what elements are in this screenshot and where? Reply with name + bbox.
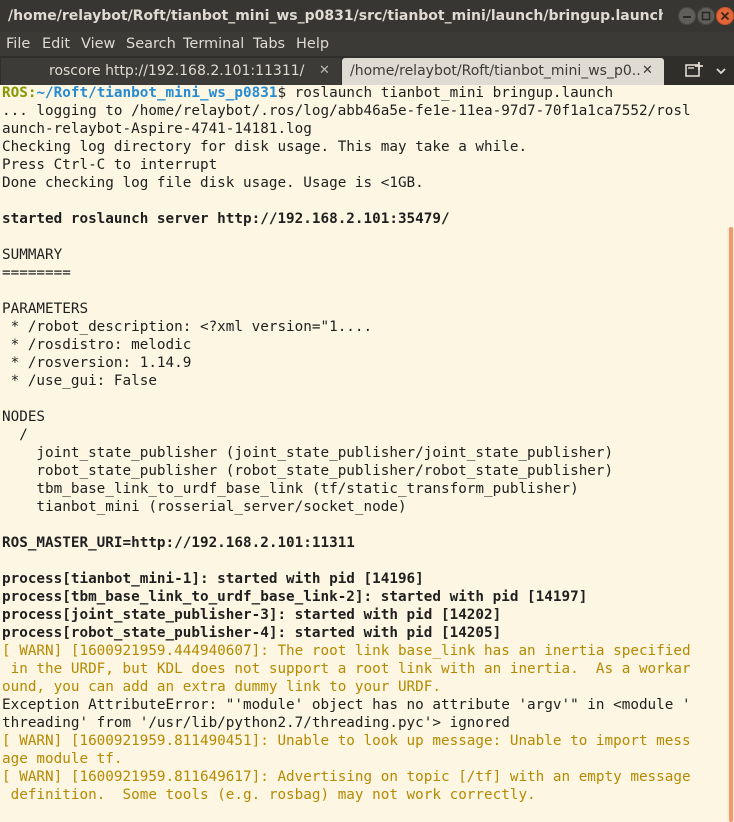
output-line: * /rosdistro: melodic bbox=[2, 337, 192, 353]
tab-close-icon[interactable]: ✕ bbox=[642, 63, 653, 79]
output-line: SUMMARY bbox=[2, 247, 63, 263]
output-line: PARAMETERS bbox=[2, 301, 89, 317]
terminal-window: /home/relaybot/Roft/tianbot_mini_ws_p083… bbox=[0, 0, 734, 822]
tab-close-icon[interactable]: ✕ bbox=[319, 63, 330, 79]
output-line: NODES bbox=[2, 409, 46, 425]
output-lines: ... logging to /home/relaybot/.ros/log/a… bbox=[2, 102, 726, 804]
tab-roscore[interactable]: roscore http://192.168.2.101:11311/ ✕ bbox=[1, 58, 341, 85]
minimize-icon[interactable] bbox=[678, 7, 696, 25]
output-line: Exception AttributeError: "'module' obje… bbox=[2, 697, 691, 713]
output-line: ROS_MASTER_URI=http://192.168.2.101:1131… bbox=[2, 535, 355, 551]
output-line: ... logging to /home/relaybot/.ros/log/a… bbox=[2, 103, 691, 119]
warning-line: [ WARN] [1600921959.811490451]: Unable t… bbox=[2, 733, 691, 749]
new-tab-icon[interactable] bbox=[683, 58, 707, 84]
terminal-output: ROS:~/Roft/tianbot_mini_ws_p0831$ roslau… bbox=[2, 84, 726, 804]
output-line: robot_state_publisher (robot_state_publi… bbox=[2, 463, 614, 479]
tab-label: /home/relaybot/Roft/tianbot_mini_ws_p0..… bbox=[350, 63, 640, 79]
menu-edit[interactable]: Edit bbox=[42, 34, 70, 54]
warning-line: [ WARN] [1600921959.444940607]: The root… bbox=[2, 643, 691, 659]
output-line: process[tianbot_mini-1]: started with pi… bbox=[2, 571, 424, 587]
output-line: * /robot_description: <?xml version="1..… bbox=[2, 319, 373, 335]
tab-bringup[interactable]: /home/relaybot/Roft/tianbot_mini_ws_p0..… bbox=[342, 58, 664, 85]
menu-view[interactable]: View bbox=[81, 34, 115, 54]
terminal-content[interactable]: ROS:~/Roft/tianbot_mini_ws_p0831$ roslau… bbox=[0, 85, 734, 822]
title-bar[interactable]: /home/relaybot/Roft/tianbot_mini_ws_p083… bbox=[0, 0, 734, 32]
output-line: Done checking log file disk usage. Usage… bbox=[2, 175, 424, 191]
output-line: joint_state_publisher (joint_state_publi… bbox=[2, 445, 614, 461]
output-line: tianbot_mini (rosserial_server/socket_no… bbox=[2, 499, 407, 515]
maximize-icon[interactable] bbox=[697, 7, 715, 25]
scrollbar-thumb[interactable] bbox=[729, 227, 733, 822]
tab-bar: roscore http://192.168.2.101:11311/ ✕ /h… bbox=[0, 56, 734, 85]
prompt-line: ROS:~/Roft/tianbot_mini_ws_p0831$ roslau… bbox=[2, 84, 726, 102]
tab-menu-icon[interactable] bbox=[712, 58, 730, 84]
warning-line: age module tf. bbox=[2, 751, 123, 767]
warning-line: definition. Some tools (e.g. rosbag) may… bbox=[2, 787, 536, 803]
output-line: Checking log directory for disk usage. T… bbox=[2, 139, 528, 155]
warning-line: in the URDF, but KDL does not support a … bbox=[2, 661, 691, 677]
menu-help[interactable]: Help bbox=[296, 34, 329, 54]
close-icon[interactable] bbox=[716, 7, 734, 25]
tab-label: roscore http://192.168.2.101:11311/ bbox=[49, 63, 305, 79]
warning-line: [ WARN] [1600921959.811649617]: Advertis… bbox=[2, 769, 691, 785]
output-line: process[joint_state_publisher-3]: starte… bbox=[2, 607, 502, 623]
menu-file[interactable]: File bbox=[6, 34, 30, 54]
output-line: aunch-relaybot-Aspire-4741-14181.log bbox=[2, 121, 312, 137]
output-line: process[robot_state_publisher-4]: starte… bbox=[2, 625, 502, 641]
prompt-path: ~/Roft/tianbot_mini_ws_p0831 bbox=[36, 85, 278, 101]
output-line: * /rosversion: 1.14.9 bbox=[2, 355, 192, 371]
menu-tabs[interactable]: Tabs bbox=[253, 34, 285, 54]
output-line: / bbox=[2, 427, 28, 443]
window-title: /home/relaybot/Roft/tianbot_mini_ws_p083… bbox=[8, 8, 663, 24]
prompt-user: ROS: bbox=[2, 85, 37, 101]
menu-terminal[interactable]: Terminal bbox=[183, 34, 244, 54]
output-line: Press Ctrl-C to interrupt bbox=[2, 157, 218, 173]
output-line: process[tbm_base_link_to_urdf_base_link-… bbox=[2, 589, 588, 605]
output-line: ======== bbox=[2, 265, 71, 281]
output-line: tbm_base_link_to_urdf_base_link (tf/stat… bbox=[2, 481, 579, 497]
output-line: started roslaunch server http://192.168.… bbox=[2, 211, 450, 227]
output-line: * /use_gui: False bbox=[2, 373, 157, 389]
warning-line: ound, you can add an extra dummy link to… bbox=[2, 679, 441, 695]
output-line: threading' from '/usr/lib/python2.7/thre… bbox=[2, 715, 510, 731]
menu-search[interactable]: Search bbox=[126, 34, 176, 54]
prompt-command: roslaunch tianbot_mini bringup.launch bbox=[286, 85, 614, 101]
prompt-symbol: $ bbox=[277, 85, 287, 101]
menu-bar: File Edit View Search Terminal Tabs Help bbox=[0, 32, 734, 56]
